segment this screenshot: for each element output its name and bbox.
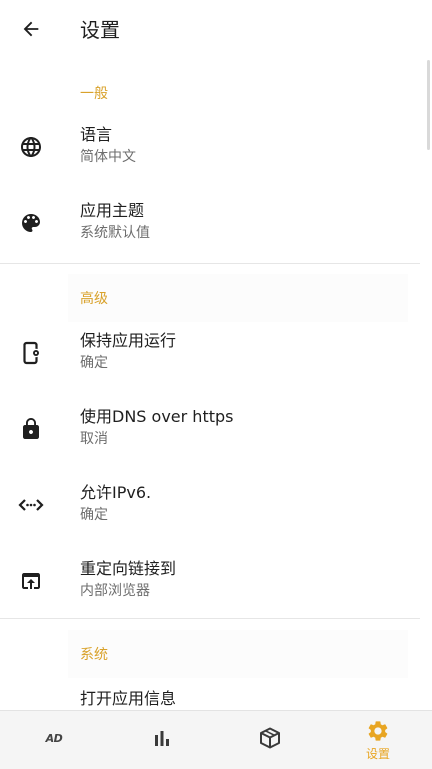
nav-item-packages[interactable] [216, 711, 324, 769]
nav-label-settings: 设置 [365, 747, 390, 761]
package-icon [258, 726, 282, 750]
section-header-background [68, 274, 408, 322]
bar-chart-icon [150, 726, 174, 750]
lock-icon [18, 416, 44, 442]
back-button[interactable] [14, 12, 48, 46]
item-title: 保持应用运行 [80, 331, 177, 350]
item-subtitle: 确定 [80, 507, 108, 523]
settings-item-app-theme[interactable]: 应用主题 系统默认值 [0, 192, 420, 258]
item-subtitle: 简体中文 [80, 149, 136, 165]
settings-item-dns-over-https[interactable]: 使用DNS over https 取消 [0, 398, 420, 464]
app-bar: 设置 [0, 0, 432, 60]
item-subtitle: 系统默认值 [80, 225, 150, 241]
settings-item-language[interactable]: 语言 简体中文 [0, 116, 420, 182]
item-subtitle: 取消 [80, 431, 108, 447]
settings-item-redirect-links[interactable]: 重定向链接到 内部浏览器 [0, 550, 420, 616]
item-title: 允许IPv6. [80, 483, 152, 502]
item-subtitle: 确定 [80, 355, 108, 371]
page-title: 设置 [80, 18, 120, 42]
item-title: 使用DNS over https [80, 407, 234, 426]
code-arrows-icon [18, 492, 44, 518]
gear-icon [366, 719, 390, 743]
settings-item-open-app-info[interactable]: 打开应用信息 [0, 680, 420, 710]
settings-list[interactable]: 一般 语言 简体中文 应用主题 系统默认值 高级 保持应用运行 确定 使用DNS… [0, 60, 432, 710]
section-header-advanced: 高级 [80, 291, 108, 307]
item-title: 打开应用信息 [80, 689, 177, 708]
section-header-background [68, 630, 408, 678]
globe-icon [18, 134, 44, 160]
bottom-navigation: AD 设置 [0, 710, 432, 769]
phone-settings-icon [18, 340, 44, 366]
section-divider [0, 263, 420, 264]
item-title: 应用主题 [80, 201, 145, 220]
open-in-browser-icon [18, 568, 44, 594]
nav-item-ad-block[interactable]: AD [0, 711, 108, 769]
item-subtitle: 内部浏览器 [80, 583, 150, 599]
nav-item-settings[interactable]: 设置 [324, 711, 432, 769]
settings-item-keep-app-running[interactable]: 保持应用运行 确定 [0, 322, 420, 388]
arrow-left-icon [23, 21, 39, 37]
item-title: 语言 [80, 125, 113, 144]
section-header-system: 系统 [80, 647, 108, 663]
scrollbar[interactable] [427, 60, 430, 150]
ad-block-icon: AD [45, 731, 63, 745]
palette-icon [18, 210, 44, 236]
section-divider [0, 618, 420, 619]
nav-item-statistics[interactable] [108, 711, 216, 769]
settings-item-allow-ipv6[interactable]: 允许IPv6. 确定 [0, 474, 420, 540]
item-title: 重定向链接到 [80, 559, 177, 578]
section-header-general: 一般 [80, 86, 108, 102]
